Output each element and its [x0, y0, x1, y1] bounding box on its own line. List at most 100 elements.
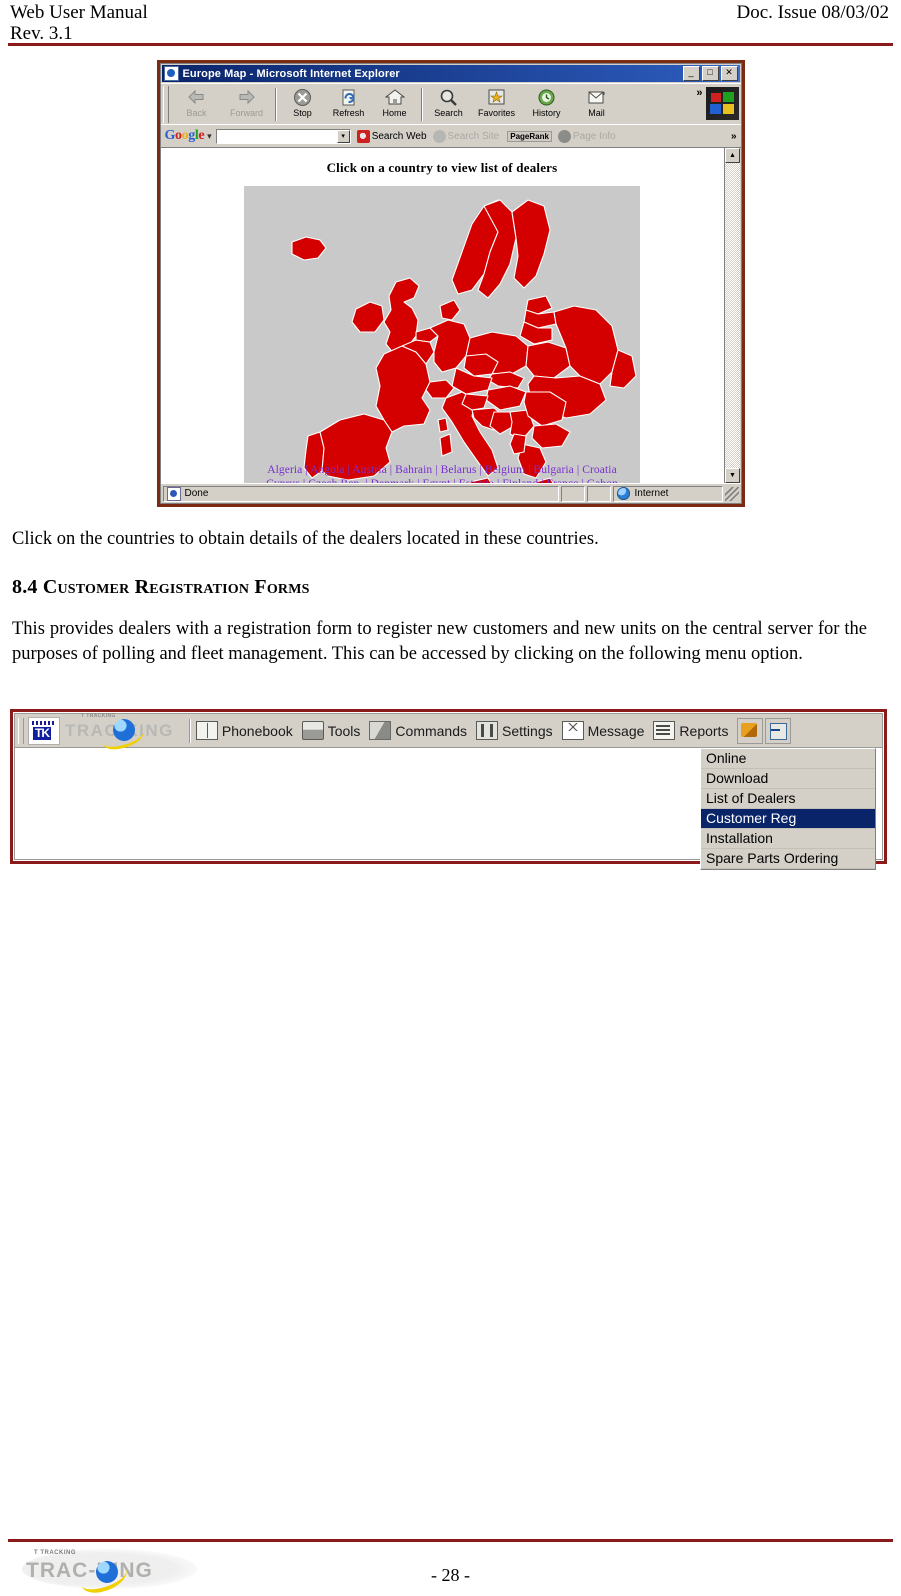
google-page-info-button[interactable]: Page Info	[557, 129, 616, 143]
dropdown-item-download[interactable]: Download	[701, 769, 875, 789]
google-search-site-label: Search Site	[447, 130, 500, 142]
reports-icon	[653, 721, 676, 740]
back-arrow-icon	[186, 87, 207, 107]
back-label: Back	[186, 108, 207, 118]
country-links-line-1[interactable]: Algeria | Angola | Austria | Bahrain | B…	[244, 463, 640, 477]
scrollbar-track[interactable]	[725, 163, 740, 468]
section-paragraph: This provides dealers with a registratio…	[12, 619, 867, 664]
mail-button[interactable]: Mail	[572, 86, 622, 123]
menu-item-tools[interactable]: Tools	[301, 721, 360, 740]
mail-label: Mail	[588, 108, 605, 118]
menu-label-reports: Reports	[679, 722, 729, 739]
status-pane-3	[586, 485, 611, 502]
toolbar-separator	[274, 88, 277, 121]
settings-icon	[476, 721, 499, 740]
country-links-line-2[interactable]: Cyprus | Czech Rep. | Denmark | Egypt | …	[244, 477, 640, 483]
resize-grip-icon[interactable]	[724, 486, 739, 501]
stop-label: Stop	[293, 108, 312, 118]
header-doc-issue: Doc. Issue 08/03/02	[736, 2, 889, 23]
browser-title-bar: Europe Map - Microsoft Internet Explorer…	[161, 65, 740, 82]
security-zone-pane: Internet	[612, 485, 723, 502]
tracking-logo-wordmark: T TRACKING TRAC-KING	[65, 713, 178, 752]
menu-label-commands: Commands	[395, 722, 468, 739]
intro-paragraph: Click on the countries to obtain details…	[12, 529, 599, 549]
menu-item-settings[interactable]: Settings	[476, 721, 553, 740]
page-footer: T TRACKING TRAC-KING - 28 -	[0, 1521, 901, 1596]
home-button[interactable]: Home	[372, 86, 418, 123]
favorites-label: Favorites	[477, 108, 515, 118]
footer-logo-tagline: T TRACKING	[34, 1550, 76, 1556]
refresh-label: Refresh	[332, 108, 365, 118]
scroll-down-icon[interactable]: ▼	[725, 468, 740, 483]
menu-item-phonebook[interactable]: Phonebook	[195, 721, 293, 740]
menu-label-phonebook: Phonebook	[221, 722, 293, 739]
google-search-web-label: Search Web	[371, 130, 427, 142]
tracking-logo: TK T TRACKING TRAC-KING	[28, 713, 184, 752]
dropdown-item-list-of-dealers[interactable]: List of Dealers	[701, 789, 875, 809]
browser-window: Europe Map - Microsoft Internet Explorer…	[156, 60, 745, 507]
mail-icon	[586, 87, 607, 107]
status-page-icon	[166, 486, 181, 501]
header-left: Web User Manual Rev. 3.1	[10, 2, 148, 44]
google-search-web-icon	[356, 129, 370, 143]
google-toolbar-overflow-chevron[interactable]: »	[731, 131, 737, 142]
europe-dealer-map[interactable]: Algeria | Angola | Austria | Bahrain | B…	[244, 186, 640, 483]
toolbar-grip[interactable]	[162, 86, 169, 123]
google-search-site-button[interactable]: Search Site	[432, 129, 500, 143]
google-toolbar: Google ▾ ▾ Search Web Search Site PageRa…	[160, 124, 741, 147]
forward-label: Forward	[229, 108, 263, 118]
section-title: Customer Registration Forms	[42, 576, 310, 598]
google-search-input[interactable]: ▾	[215, 128, 351, 144]
menu-item-message[interactable]: Message	[561, 721, 645, 740]
page-instruction-text: Click on a country to view list of deale…	[326, 160, 558, 175]
google-pagerank-indicator: PageRank	[507, 130, 552, 142]
favorites-icon	[486, 87, 507, 107]
status-pane-2	[560, 485, 585, 502]
google-menu-caret-icon[interactable]: ▾	[207, 131, 212, 142]
maximize-button[interactable]: □	[701, 66, 719, 81]
security-zone-label: Internet	[634, 488, 669, 499]
history-button[interactable]: History	[522, 86, 572, 123]
menu-label-settings: Settings	[502, 722, 553, 739]
browser-screenshot-figure: Europe Map - Microsoft Internet Explorer…	[0, 60, 901, 507]
application-window: TK T TRACKING TRAC-KING Phonebook Tools	[14, 713, 883, 870]
tracking-logo-mark-icon: TK	[28, 716, 60, 745]
page-number: - 28 -	[431, 1565, 470, 1585]
menu-item-commands[interactable]: Commands	[369, 721, 467, 740]
web-page: Click on a country to view list of deale…	[161, 148, 724, 483]
exit-button[interactable]	[765, 717, 792, 744]
dropdown-item-spare-parts-ordering[interactable]: Spare Parts Ordering	[701, 849, 875, 869]
application-screenshot-figure: TK T TRACKING TRAC-KING Phonebook Tools	[10, 709, 887, 870]
refresh-button[interactable]: Refresh	[326, 86, 372, 123]
browser-status-bar: Done Internet	[160, 483, 741, 503]
tracking-logo-tagline: T TRACKING	[81, 712, 116, 719]
toolbar-overflow-chevron[interactable]: »	[696, 87, 702, 99]
minimize-button[interactable]: _	[682, 66, 700, 81]
menubar-grip[interactable]	[18, 717, 24, 744]
scroll-up-icon[interactable]: ▲	[725, 148, 740, 163]
europe-map-svg	[244, 186, 640, 483]
favorites-button[interactable]: Favorites	[472, 86, 522, 123]
page-header: Web User Manual Rev. 3.1 Doc. Issue 08/0…	[0, 0, 901, 46]
forward-button[interactable]: Forward	[222, 86, 272, 123]
windows-brand-logo-icon	[705, 87, 739, 120]
browser-window-title: Europe Map - Microsoft Internet Explorer	[182, 67, 400, 80]
close-button[interactable]: ✕	[720, 66, 738, 81]
vertical-scrollbar[interactable]: ▲ ▼	[723, 148, 741, 483]
tools-icon	[301, 721, 324, 740]
google-logo-icon: Google	[164, 128, 205, 143]
chevron-down-icon[interactable]: ▾	[336, 129, 350, 143]
menubar-divider	[188, 718, 191, 743]
dropdown-item-installation[interactable]: Installation	[701, 829, 875, 849]
stop-button[interactable]: Stop	[280, 86, 326, 123]
menu-label-message: Message	[587, 722, 645, 739]
search-button[interactable]: Search	[426, 86, 472, 123]
browser-content-area: Click on a country to view list of deale…	[160, 147, 741, 483]
back-button[interactable]: Back	[172, 86, 222, 123]
google-search-web-button[interactable]: Search Web	[356, 129, 427, 143]
dropdown-item-online[interactable]: Online	[701, 749, 875, 769]
help-book-button[interactable]	[737, 717, 764, 744]
dropdown-item-customer-reg[interactable]: Customer Reg	[701, 809, 875, 829]
reports-dropdown-menu: Online Download List of Dealers Customer…	[700, 748, 876, 870]
menu-item-reports[interactable]: Reports	[653, 721, 728, 740]
